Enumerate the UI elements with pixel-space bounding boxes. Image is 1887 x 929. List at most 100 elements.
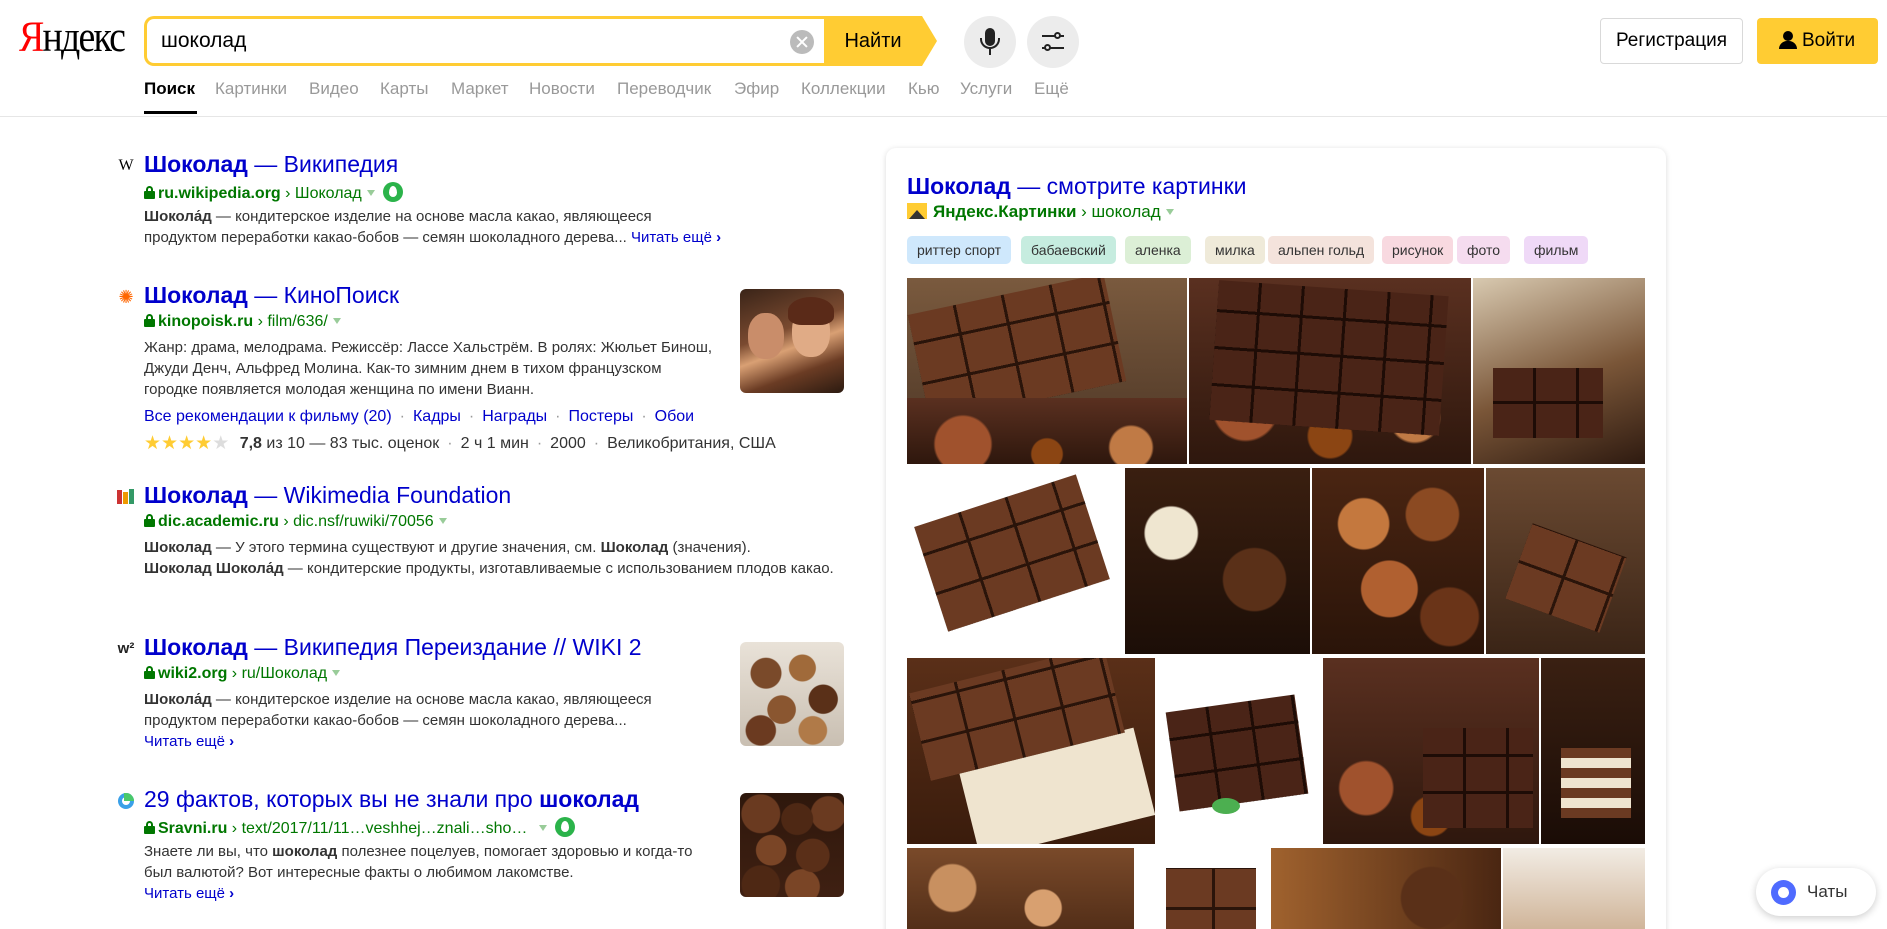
chocolate-image[interactable] (1271, 848, 1501, 929)
tab-services[interactable]: Услуги (960, 79, 1012, 99)
result-title-link[interactable]: Шоколад — Википедия Переиздание // WIKI … (144, 634, 642, 661)
result-url: dic.academic.ru › dic.nsf/ruwiki/70056 (144, 513, 447, 531)
snippet-bold: Шокола́д (144, 691, 212, 708)
title-rest: — Википедия (247, 151, 399, 177)
result-snippet: Знаете ли вы, что шоколад полезнее поцел… (144, 841, 719, 904)
result-domain-link[interactable]: kinopoisk.ru (158, 313, 253, 330)
chocolate-image[interactable] (907, 278, 1187, 464)
tab-collections[interactable]: Коллекции (801, 79, 885, 99)
result-domain-link[interactable]: dic.academic.ru (158, 513, 279, 530)
result-snippet: Жанр: драма, мелодрама. Режиссёр: Лассе … (144, 339, 713, 398)
tag-alpen-gold[interactable]: альпен гольд (1268, 236, 1375, 264)
active-tab-indicator (144, 111, 197, 114)
film-poster-thumbnail[interactable] (740, 289, 844, 393)
chocolate-image[interactable] (907, 468, 1123, 654)
result-title-link[interactable]: Шоколад — КиноПоиск (144, 282, 399, 309)
result-domain-link[interactable]: wiki2.org (158, 665, 227, 682)
result-path-link[interactable]: film/636/ (267, 313, 327, 330)
chocolate-image[interactable] (1323, 658, 1539, 844)
result-domain-link[interactable]: Sravni.ru (158, 820, 227, 837)
chocolate-image[interactable] (1125, 468, 1310, 654)
tab-video[interactable]: Видео (309, 79, 359, 99)
chocolate-image[interactable] (1157, 658, 1321, 844)
eco-badge-icon (382, 182, 403, 202)
tab-news[interactable]: Новости (529, 79, 595, 99)
candy-thumbnail[interactable] (740, 642, 844, 746)
images-path-link[interactable]: шоколад (1092, 202, 1161, 221)
sitelink-frames[interactable]: Кадры (413, 408, 461, 425)
chocolate-image[interactable] (907, 848, 1134, 929)
rating-value: 7,8 (239, 435, 262, 452)
chocolate-image[interactable] (1136, 848, 1269, 929)
clear-icon[interactable] (790, 30, 814, 54)
yandex-logo[interactable]: Яндекс (19, 16, 126, 59)
tab-market[interactable]: Маркет (451, 79, 509, 99)
chats-button[interactable]: Чаты (1756, 868, 1876, 916)
url-menu-icon[interactable] (332, 318, 341, 324)
search-input[interactable] (161, 26, 761, 56)
snippet-text: Знаете ли вы, что (144, 843, 273, 860)
tab-efir[interactable]: Эфир (734, 79, 779, 99)
result-snippet: Шокола́д — кондитерское изделие на основ… (144, 689, 719, 752)
voice-search-button[interactable] (964, 16, 1016, 68)
sitelink-recommendations[interactable]: Все рекомендации к фильму (20) (144, 408, 392, 425)
chocolate-image[interactable] (1541, 658, 1645, 844)
chocolate-image[interactable] (1473, 278, 1645, 464)
images-panel-title-link[interactable]: Шоколад — смотрите картинки (907, 173, 1247, 200)
result-title-link[interactable]: 29 фактов, которых вы не знали про шокол… (144, 786, 639, 813)
rating-suffix: из 10 — 83 тыс. оценок (261, 435, 440, 452)
snippet-bold: Шоколад Шокола́д (144, 560, 284, 577)
tag-ritter-sport[interactable]: риттер спорт (907, 236, 1011, 264)
tag-alenka[interactable]: аленка (1125, 236, 1191, 264)
tag-milka[interactable]: милка (1205, 236, 1265, 264)
search-settings-button[interactable] (1027, 16, 1079, 68)
tab-search[interactable]: Поиск (144, 79, 195, 99)
register-button[interactable]: Регистрация (1600, 18, 1743, 64)
result-path-link[interactable]: text/2017/11/11…veshhej…znali…sho… (242, 820, 528, 837)
tag-drawing[interactable]: рисунок (1382, 236, 1454, 264)
result-path-link[interactable]: dic.nsf/ruwiki/70056 (293, 513, 434, 530)
tag-film[interactable]: фильм (1524, 236, 1589, 264)
title-bold: Шоколад (144, 482, 248, 508)
academic-books-icon (116, 487, 136, 507)
chocolate-image[interactable] (1486, 468, 1645, 654)
sitelink-wallpapers[interactable]: Обои (655, 408, 694, 425)
url-menu-icon[interactable] (332, 670, 341, 676)
chat-bubble-icon (1771, 880, 1796, 905)
result-path-link[interactable]: ru/Шоколад (242, 665, 328, 682)
sitelink-posters[interactable]: Постеры (569, 408, 634, 425)
chocolate-image[interactable] (1189, 278, 1471, 464)
snippet-bold: Шокола́д (144, 208, 212, 225)
images-source-link[interactable]: Яндекс.Картинки (933, 202, 1076, 221)
url-menu-icon[interactable] (366, 190, 375, 196)
url-menu-icon[interactable] (539, 825, 548, 831)
tag-photo[interactable]: фото (1457, 236, 1511, 264)
chocolate-drops-thumbnail[interactable] (740, 793, 844, 897)
result-path-link[interactable]: Шоколад (295, 185, 362, 202)
tag-babaevsky[interactable]: бабаевский (1021, 236, 1116, 264)
read-more-link[interactable]: Читать ещё (144, 733, 234, 750)
result-title-link[interactable]: Шоколад — Wikimedia Foundation (144, 482, 511, 509)
url-menu-icon[interactable] (1165, 209, 1174, 215)
result-domain-link[interactable]: ru.wikipedia.org (158, 185, 281, 202)
read-more-link[interactable]: Читать ещё (144, 885, 234, 902)
wiki2-favicon: w² (117, 640, 135, 657)
tab-q[interactable]: Кью (908, 79, 940, 99)
result-title-link[interactable]: Шоколад — Википедия (144, 151, 398, 178)
tab-images[interactable]: Картинки (215, 79, 287, 99)
chocolate-image[interactable] (907, 658, 1155, 844)
read-more-link[interactable]: Читать ещё (631, 229, 721, 246)
user-icon (1779, 31, 1797, 49)
tab-maps[interactable]: Карты (380, 79, 428, 99)
chocolate-image[interactable] (1503, 848, 1645, 929)
tab-more[interactable]: Ещё (1034, 79, 1069, 99)
search-result: ✺ Шоколад — КиноПоиск kinopoisk.ru › fil… (116, 282, 846, 457)
login-button[interactable]: Войти (1757, 18, 1878, 64)
chocolate-image[interactable] (1312, 468, 1484, 654)
search-button[interactable]: Найти (824, 16, 937, 66)
sitelink-awards[interactable]: Награды (482, 408, 547, 425)
snippet-bold: Шоколад (144, 539, 212, 556)
tab-translator[interactable]: Переводчик (617, 79, 711, 99)
url-menu-icon[interactable] (438, 518, 447, 524)
snippet-text: (значения). (668, 539, 751, 556)
